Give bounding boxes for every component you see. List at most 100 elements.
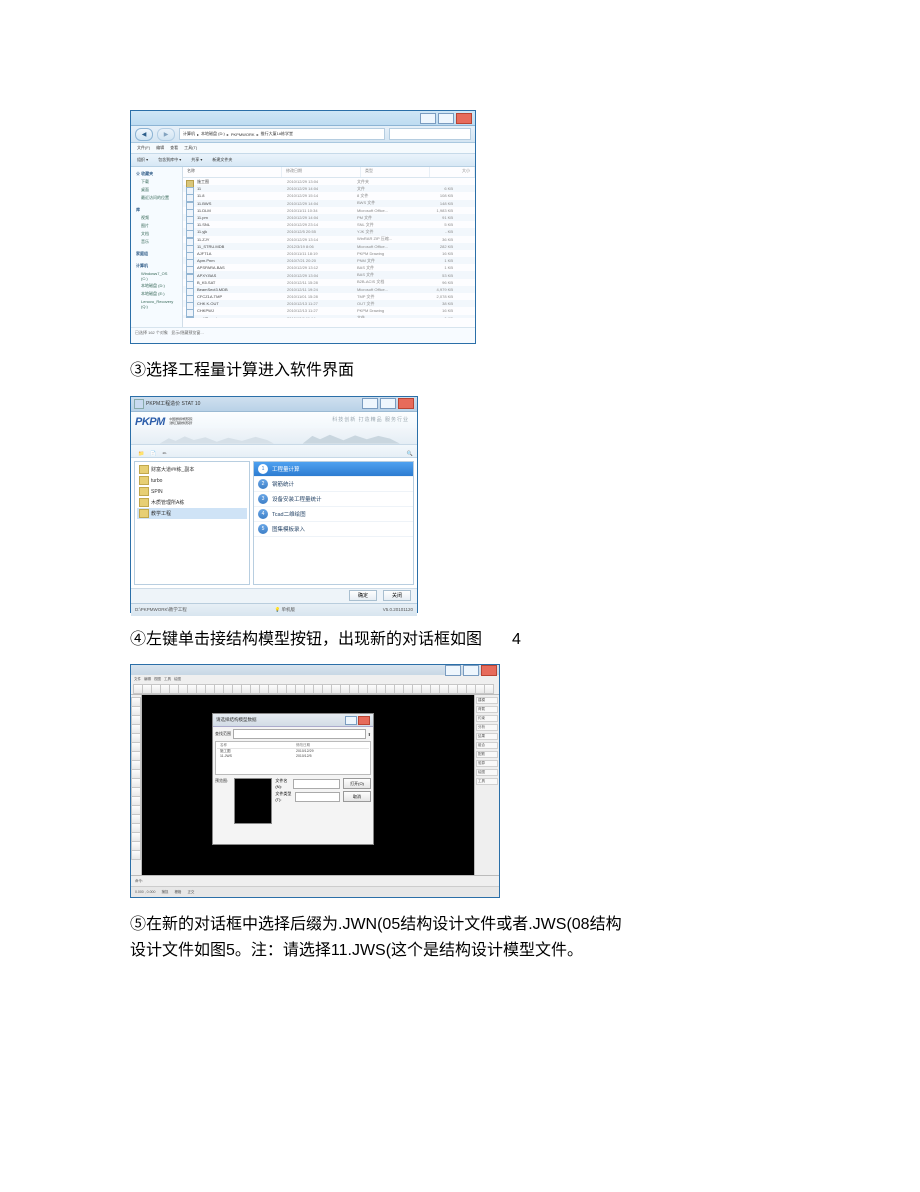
crumb-seg[interactable]: PKPMWORK: [231, 132, 255, 137]
toolbar-item[interactable]: 新建文件夹: [212, 157, 232, 163]
minimize-button[interactable]: [445, 665, 461, 676]
sidebar-item[interactable]: 桌面: [133, 186, 180, 194]
module-option[interactable]: 4Tcad二维绘图: [254, 507, 413, 522]
table-row[interactable]: BeamSect3.MDB2010/12/11 19:24Microsoft O…: [183, 286, 475, 293]
table-row[interactable]: 11.SNL2010/12/29 23:14SNL 文件5 KB: [183, 221, 475, 228]
close-button[interactable]: 关闭: [383, 590, 411, 601]
table-row[interactable]: 11.ZJY2010/12/29 13:14WinRAR ZIP 压缩...36…: [183, 236, 475, 243]
crumb-seg[interactable]: 计算机: [183, 131, 195, 137]
table-row[interactable]: AJFT1A2010/11/11 18:19PKPM Drawing16 KB: [183, 250, 475, 257]
maximize-button[interactable]: [438, 113, 454, 124]
menu-item[interactable]: 文件: [134, 677, 141, 682]
dialog-help-button[interactable]: [345, 716, 357, 725]
tree-item[interactable]: 财富大道##栋_副本: [137, 464, 247, 475]
crumb-seg[interactable]: 推行大厦1#栋学堂: [261, 131, 293, 137]
sidebar-item[interactable]: 文档: [133, 230, 180, 238]
sidebar-item[interactable]: 最近访问的位置: [133, 194, 180, 202]
col-date[interactable]: 修改日期: [282, 167, 361, 177]
tree-item[interactable]: 木质管理所A栋: [137, 497, 247, 508]
up-icon[interactable]: ⬆: [368, 732, 371, 737]
file-row[interactable]: 11.JWS2010/12/5: [217, 754, 369, 758]
table-row[interactable]: APSPARA.BAS2010/12/29 13:12BAS 文件1 KB: [183, 264, 475, 271]
table-row[interactable]: CHKPWJ2010/12/13 11:27PKPM Drawing16 KB: [183, 307, 475, 314]
toolbar-item[interactable]: 包含到库中 ▾: [158, 157, 181, 163]
sidebar-item[interactable]: 图片: [133, 222, 180, 230]
module-option[interactable]: 3设备安装工程量统计: [254, 492, 413, 507]
module-option[interactable]: 1工程量计算: [254, 462, 413, 477]
table-row[interactable]: 11.82010/12/29 15:148 文件108 KB: [183, 192, 475, 199]
tool-icon[interactable]: [131, 850, 141, 860]
table-row[interactable]: cnsIfPage.ing2010/12/6 11:14文件0 KB: [183, 315, 475, 318]
sidebar-item[interactable]: 下载: [133, 178, 180, 186]
close-button[interactable]: [456, 113, 472, 124]
minimize-button[interactable]: [362, 398, 378, 409]
panel-button[interactable]: 绘图: [476, 769, 498, 776]
panel-button[interactable]: 荷载: [476, 706, 498, 713]
toolbar-icon[interactable]: [484, 684, 494, 694]
cancel-button[interactable]: 取消: [343, 791, 371, 802]
col-size[interactable]: 大小: [430, 167, 475, 177]
maximize-button[interactable]: [463, 665, 479, 676]
tree-item[interactable]: 教学工程: [137, 508, 247, 519]
menu-item[interactable]: 视图: [154, 677, 161, 682]
sidebar-group[interactable]: 库: [133, 206, 180, 214]
panel-button[interactable]: 建模: [476, 697, 498, 704]
menu-item[interactable]: 工具(T): [184, 145, 197, 151]
sidebar-item[interactable]: 音乐: [133, 238, 180, 246]
toolbar-item[interactable]: 组织 ▾: [137, 157, 148, 163]
panel-button[interactable]: 结果: [476, 733, 498, 740]
menu-item[interactable]: 编辑: [144, 677, 151, 682]
table-row[interactable]: Apm.Pnm2010/7/21 20:20PNM 文件1 KB: [183, 257, 475, 264]
panel-button[interactable]: 约束: [476, 715, 498, 722]
lookin-combo[interactable]: [233, 729, 366, 739]
menu-item[interactable]: 文件(F): [137, 145, 150, 151]
menu-item[interactable]: 工具: [164, 677, 171, 682]
table-row[interactable]: 施工图2010/12/29 13:04文件夹: [183, 178, 475, 185]
close-button[interactable]: [481, 665, 497, 676]
filename-input[interactable]: [293, 779, 340, 789]
sidebar-group[interactable]: 计算机: [133, 262, 180, 270]
table-row[interactable]: APXY.BAS2010/12/29 13:04BAS 文件53 KB: [183, 271, 475, 278]
maximize-button[interactable]: [380, 398, 396, 409]
sidebar-group[interactable]: ☆ 收藏夹: [133, 170, 180, 178]
table-row[interactable]: 11.pm2010/12/29 14:04PM 文件91 KB: [183, 214, 475, 221]
breadcrumb[interactable]: 计算机▸ 本地磁盘 (D:)▸ PKPMWORK▸ 推行大厦1#栋学堂: [179, 128, 385, 140]
table-row[interactable]: 11.BWS2010/12/29 14:04BWS 文件148 KB: [183, 200, 475, 207]
command-line[interactable]: 命令:: [131, 875, 499, 886]
table-row[interactable]: 11.DLM2010/11/11 10:34Microsoft Office..…: [183, 207, 475, 214]
panel-button[interactable]: 验算: [476, 760, 498, 767]
close-button[interactable]: [398, 398, 414, 409]
tree-item[interactable]: SPIN: [137, 486, 247, 497]
menu-item[interactable]: 绘图: [174, 677, 181, 682]
nav-back-button[interactable]: ◀: [135, 128, 153, 141]
toolbar-item[interactable]: 共享 ▾: [191, 157, 202, 163]
tree-item[interactable]: turbo: [137, 475, 247, 486]
ok-button[interactable]: 确定: [349, 590, 377, 601]
crumb-seg[interactable]: 本地磁盘 (D:): [201, 131, 225, 137]
table-row[interactable]: 112010/12/29 14:04文件6 KB: [183, 185, 475, 192]
panel-button[interactable]: 工具: [476, 778, 498, 785]
table-row[interactable]: CHK K.OUT2010/12/13 11:27OUT 文件38 KB: [183, 300, 475, 307]
menu-item[interactable]: 查看: [170, 145, 178, 151]
search-input[interactable]: [389, 128, 471, 140]
minimize-button[interactable]: [420, 113, 436, 124]
nav-fwd-button[interactable]: ▶: [157, 128, 175, 141]
open-button[interactable]: 打开(O): [343, 778, 371, 789]
panel-button[interactable]: 组合: [476, 742, 498, 749]
sidebar-item[interactable]: 本地磁盘 (E:): [133, 290, 180, 298]
table-row[interactable]: 11.yjk2010/12/5 20:55YJK 文件- KB: [183, 228, 475, 235]
file-list[interactable]: 名称 修改日期 施工图2010/12/2911.JWS2010/12/5: [215, 741, 371, 775]
filetype-combo[interactable]: [295, 792, 340, 802]
col-name[interactable]: 名称: [183, 167, 282, 177]
panel-button[interactable]: 分析: [476, 724, 498, 731]
panel-button[interactable]: 配筋: [476, 751, 498, 758]
sidebar-item[interactable]: 本地磁盘 (D:): [133, 282, 180, 290]
table-row[interactable]: B_K5.SAT2010/12/11 15:28B2B-ACIS 文档96 KB: [183, 279, 475, 286]
sidebar-item[interactable]: Windows7_OS (C:): [133, 270, 180, 282]
table-row[interactable]: 11_STRU.MDB2012/3/19 8:06Microsoft Offic…: [183, 243, 475, 250]
dialog-close-button[interactable]: [358, 716, 370, 725]
search-icon[interactable]: 🔍: [407, 451, 413, 457]
drawing-canvas[interactable]: 请选择结构模型数据 查找范围 ⬆: [142, 695, 474, 875]
module-option[interactable]: 2钢筋统计: [254, 477, 413, 492]
sidebar-item[interactable]: Lenovo_Recovery (Q:): [133, 298, 180, 310]
